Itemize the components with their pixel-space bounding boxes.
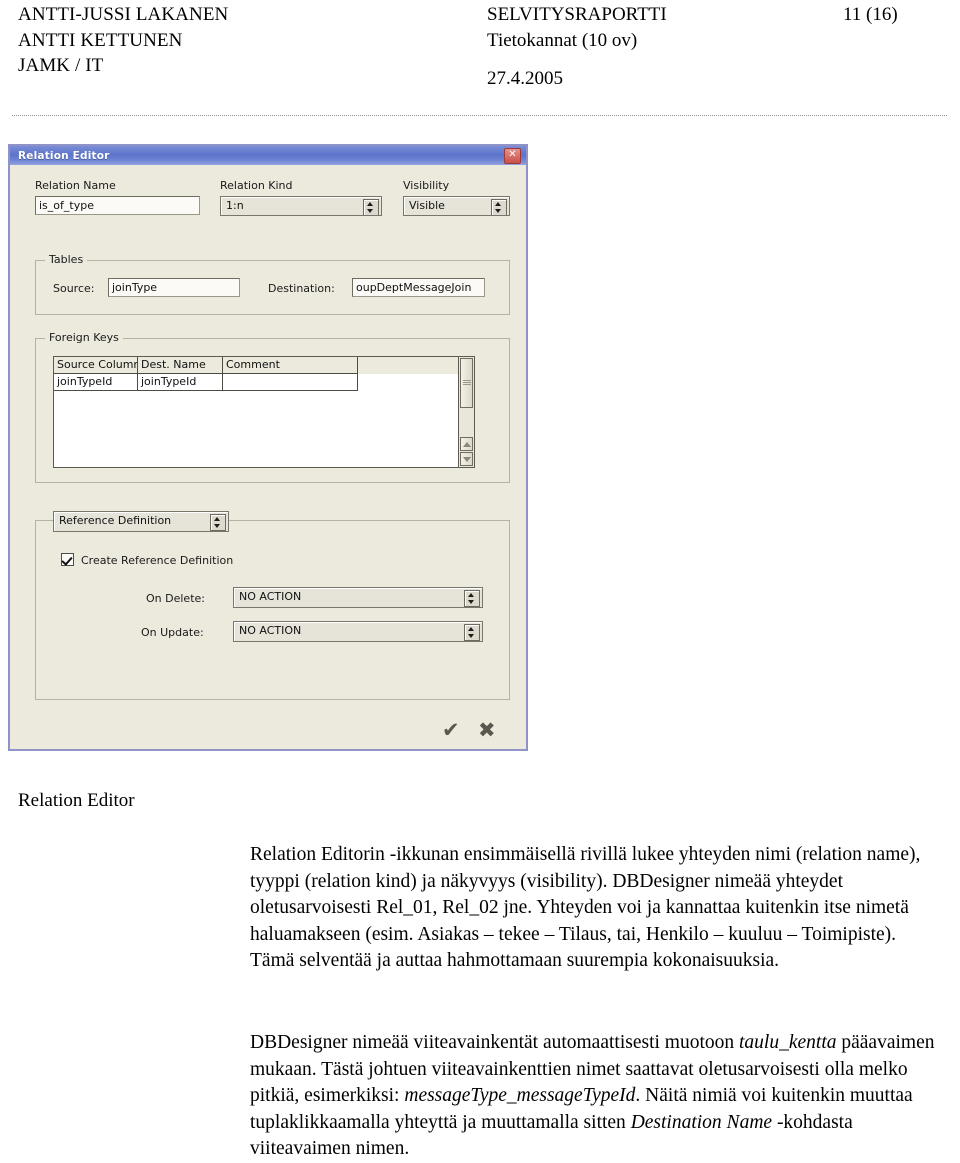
cell-dest-name[interactable]: joinTypeId bbox=[138, 374, 223, 391]
foreign-keys-scrollbar[interactable] bbox=[458, 357, 474, 467]
tables-group-title: Tables bbox=[45, 253, 88, 266]
relation-name-input[interactable]: is_of_type bbox=[35, 196, 200, 215]
header-date: 27.4.2005 bbox=[487, 68, 563, 89]
on-delete-value: NO ACTION bbox=[239, 590, 302, 603]
destination-label: Destination: bbox=[268, 282, 335, 295]
chevron-updown-icon[interactable] bbox=[363, 199, 379, 215]
relation-name-label: Relation Name bbox=[35, 179, 116, 192]
header-authors: ANTTI-JUSSI LAKANEN ANTTI KETTUNEN JAMK … bbox=[18, 2, 228, 79]
dialog-titlebar[interactable]: Relation Editor ✕ bbox=[10, 146, 526, 165]
header-organization: JAMK / IT bbox=[18, 55, 104, 76]
header-divider bbox=[12, 115, 948, 116]
source-table-input[interactable]: joinType bbox=[108, 278, 240, 297]
on-update-value: NO ACTION bbox=[239, 624, 302, 637]
column-header-dest-name: Dest. Name bbox=[138, 357, 223, 374]
paragraph-2-text-a: DBDesigner nimeää viiteavainkentät autom… bbox=[250, 1032, 739, 1053]
header-course: Tietokannat (10 ov) bbox=[487, 29, 638, 51]
header-author-1: ANTTI-JUSSI LAKANEN bbox=[18, 4, 229, 25]
cancel-x-icon[interactable]: ✖ bbox=[478, 720, 496, 741]
source-label: Source: bbox=[53, 282, 95, 295]
chevron-updown-icon[interactable] bbox=[491, 199, 507, 215]
on-update-label: On Update: bbox=[141, 626, 204, 639]
document-header: ANTTI-JUSSI LAKANEN ANTTI KETTUNEN JAMK … bbox=[0, 0, 960, 100]
foreign-keys-table[interactable]: Source Column Dest. Name Comment joinTyp… bbox=[53, 356, 475, 468]
visibility-label: Visibility bbox=[403, 179, 450, 192]
close-icon[interactable]: ✕ bbox=[504, 148, 521, 164]
relation-kind-label: Relation Kind bbox=[220, 179, 293, 192]
scrollbar-thumb[interactable] bbox=[460, 358, 473, 408]
dialog-body: Relation Name is_of_type Relation Kind 1… bbox=[10, 165, 526, 749]
paragraph-2-emphasis-2: messageType_messageTypeId bbox=[404, 1085, 636, 1106]
foreign-keys-group: Foreign Keys Source Column Dest. Name Co… bbox=[35, 331, 510, 483]
chevron-updown-icon[interactable] bbox=[464, 624, 480, 641]
paragraph-1-text: Relation Editorin -ikkunan ensimmäisellä… bbox=[250, 844, 921, 971]
header-author-2: ANTTI KETTUNEN bbox=[18, 29, 183, 51]
paragraph-2-emphasis-1: taulu_kentta bbox=[739, 1032, 837, 1053]
relation-kind-value: 1:n bbox=[226, 199, 244, 212]
create-reference-definition-label: Create Reference Definition bbox=[81, 554, 234, 567]
destination-table-input[interactable]: oupDeptMessageJoin bbox=[352, 278, 485, 297]
header-page-number: 11 (16) bbox=[843, 4, 898, 25]
dialog-title: Relation Editor bbox=[18, 149, 110, 162]
reference-definition-value: Reference Definition bbox=[59, 514, 172, 527]
cell-source-column[interactable]: joinTypeId bbox=[54, 374, 138, 391]
header-doc-type: SELVITYSRAPORTTI bbox=[487, 4, 667, 25]
cell-comment[interactable] bbox=[223, 374, 358, 391]
reference-definition-group: Reference Definition Create Reference De… bbox=[35, 511, 510, 700]
figure-caption: Relation Editor bbox=[18, 790, 135, 811]
on-delete-label: On Delete: bbox=[146, 592, 205, 605]
body-paragraph-2: DBDesigner nimeää viiteavainkentät autom… bbox=[250, 1030, 940, 1163]
table-row[interactable]: joinTypeId joinTypeId bbox=[54, 374, 474, 391]
tables-group: Tables Source: joinType Destination: oup… bbox=[35, 253, 510, 315]
table-header-row: Source Column Dest. Name Comment bbox=[54, 357, 474, 374]
column-header-comment: Comment bbox=[223, 357, 358, 374]
relation-editor-dialog: Relation Editor ✕ Relation Name is_of_ty… bbox=[8, 144, 528, 751]
create-reference-definition-checkbox[interactable] bbox=[61, 553, 74, 566]
foreign-keys-group-title: Foreign Keys bbox=[45, 331, 123, 344]
scroll-up-icon[interactable] bbox=[460, 437, 473, 451]
paragraph-2-emphasis-3: Destination Name bbox=[630, 1111, 773, 1133]
confirm-check-icon[interactable]: ✔ bbox=[442, 720, 460, 741]
body-paragraph-1: Relation Editorin -ikkunan ensimmäisellä… bbox=[250, 842, 940, 975]
scroll-down-icon[interactable] bbox=[460, 452, 473, 466]
on-delete-select[interactable]: NO ACTION bbox=[233, 587, 483, 608]
on-update-select[interactable]: NO ACTION bbox=[233, 621, 483, 642]
visibility-value: Visible bbox=[409, 199, 445, 212]
reference-definition-select[interactable]: Reference Definition bbox=[53, 511, 229, 532]
chevron-updown-icon[interactable] bbox=[464, 590, 480, 607]
column-header-source-column: Source Column bbox=[54, 357, 138, 374]
visibility-select[interactable]: Visible bbox=[403, 196, 510, 216]
relation-kind-select[interactable]: 1:n bbox=[220, 196, 382, 216]
chevron-updown-icon[interactable] bbox=[210, 514, 226, 531]
header-title-block: SELVITYSRAPORTTI Tietokannat (10 ov) bbox=[487, 2, 667, 53]
